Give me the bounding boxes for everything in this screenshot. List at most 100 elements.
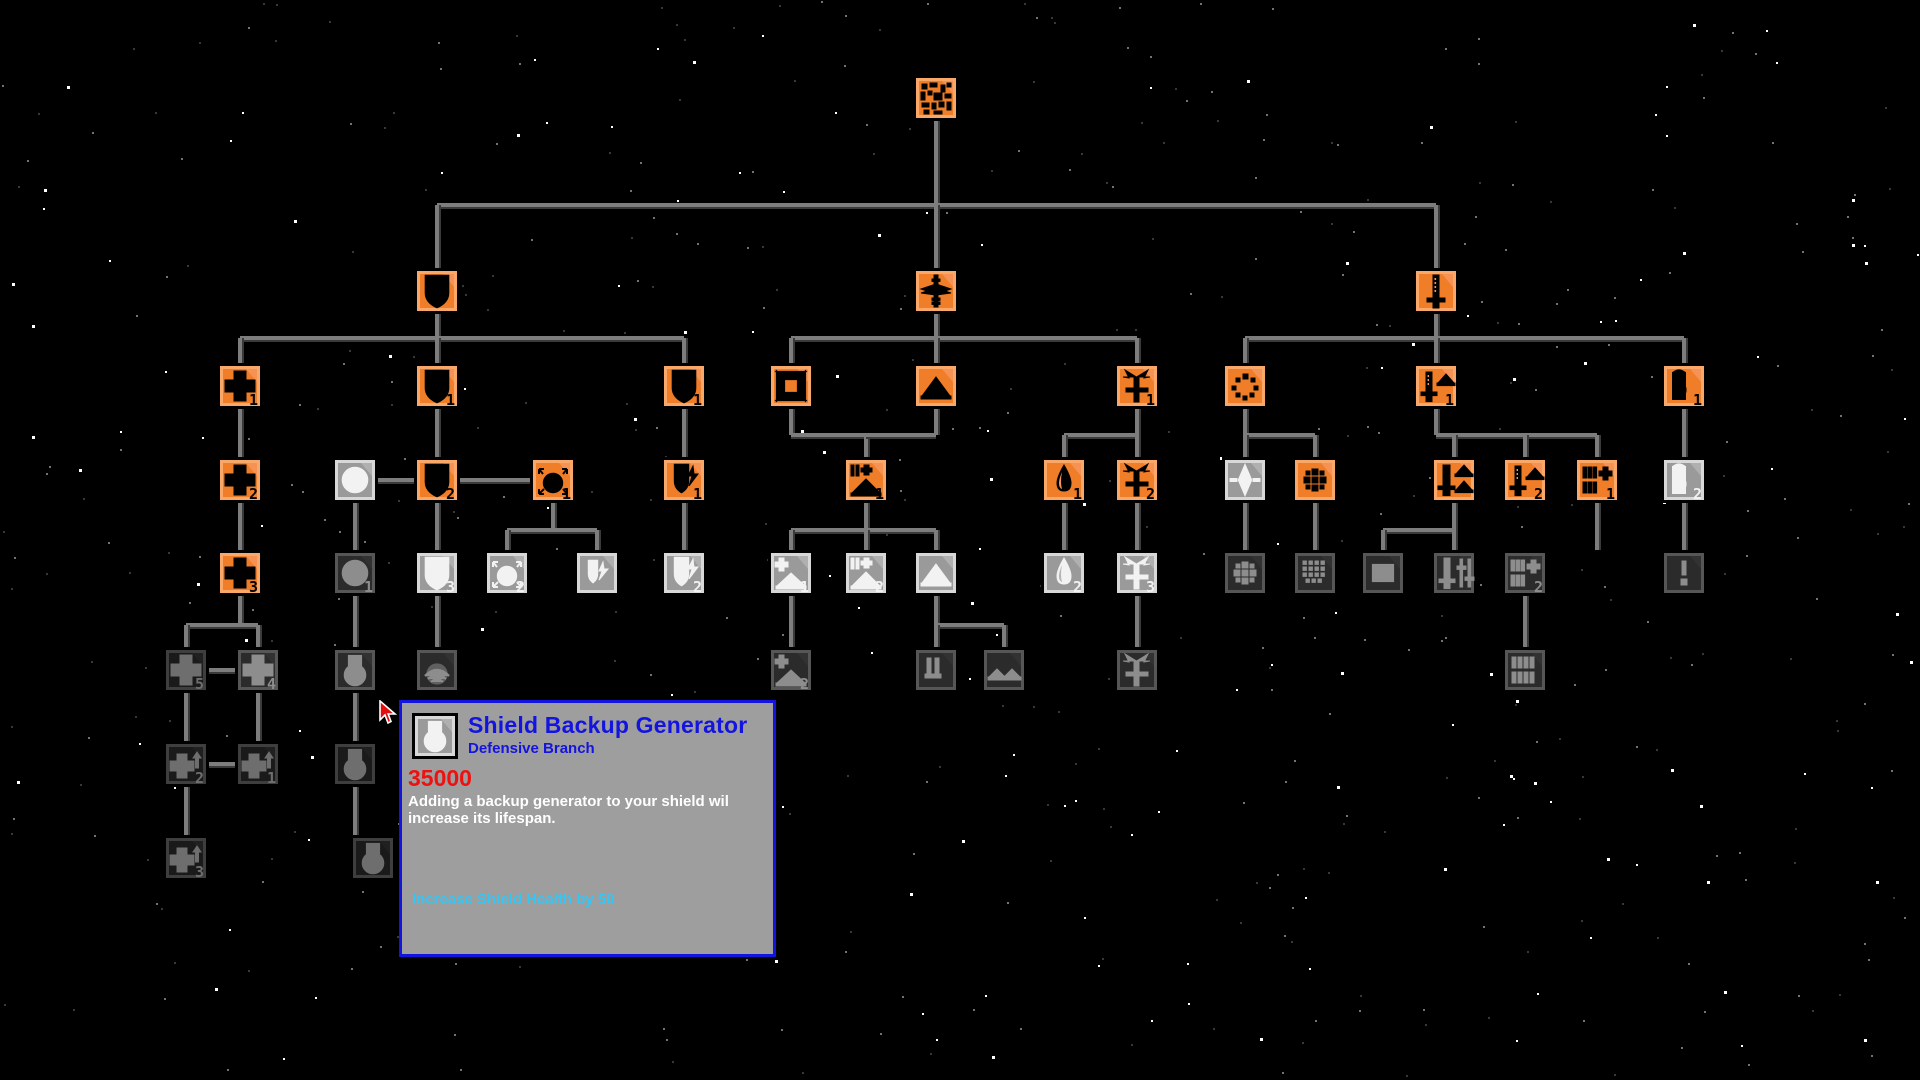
connector-line: [1523, 435, 1527, 457]
skill-node-sh1[interactable]: 1: [414, 363, 460, 409]
node-level-badge: 2: [874, 578, 884, 596]
skill-node-uti-h[interactable]: 2: [843, 550, 889, 596]
connector-line: [1062, 503, 1066, 550]
skill-node-off-b[interactable]: 1: [1413, 363, 1459, 409]
skill-node-hp5[interactable]: 5: [163, 647, 209, 693]
skill-node-ar3[interactable]: 2: [661, 550, 707, 596]
node-level-badge: 1: [692, 391, 702, 409]
connector-line: [353, 693, 357, 741]
connector-line: [1682, 338, 1686, 363]
barrel-icon: [1680, 556, 1701, 586]
skill-node-hp-reg1[interactable]: 1: [235, 741, 281, 787]
node-level-badge: 1: [363, 578, 373, 596]
shield-generator-icon: [343, 653, 372, 687]
skill-node-off-a[interactable]: [1222, 363, 1268, 409]
skill-node-sh-gen-a[interactable]: [332, 457, 378, 503]
sword-icon: [1426, 274, 1453, 309]
skill-node-sh-wave[interactable]: [414, 647, 460, 693]
node-level-badge: 1: [248, 391, 258, 409]
skill-node-off-o[interactable]: [1661, 550, 1707, 596]
skill-node-ar2[interactable]: 1: [661, 457, 707, 503]
skill-node-off-h[interactable]: 1: [1574, 457, 1620, 503]
connector-line: [934, 205, 938, 268]
skill-node-uti-head[interactable]: [913, 268, 959, 314]
connector-line: [866, 433, 936, 437]
skill-node-sh-emit[interactable]: [574, 550, 620, 596]
skill-node-def-head[interactable]: [414, 268, 460, 314]
skill-node-uti-m[interactable]: [913, 647, 959, 693]
skill-node-uti-j[interactable]: 2: [1041, 550, 1087, 596]
skill-node-uti-l[interactable]: 2: [768, 647, 814, 693]
skill-node-uti-n[interactable]: [981, 647, 1027, 693]
skill-node-uti-o[interactable]: [1114, 647, 1160, 693]
skill-node-hp2[interactable]: 2: [217, 457, 263, 503]
connector-line: [238, 596, 242, 625]
skill-node-off-f[interactable]: [1431, 457, 1477, 503]
connector-line: [1245, 336, 1684, 340]
skill-node-uti-f[interactable]: 2: [1114, 457, 1160, 503]
skill-node-uti-c[interactable]: 1: [1114, 363, 1160, 409]
connector-line: [682, 503, 686, 550]
skill-node-hp1[interactable]: 1: [217, 363, 263, 409]
skill-node-uti-g[interactable]: 1: [768, 550, 814, 596]
skill-node-off-j[interactable]: [1222, 550, 1268, 596]
skill-node-sh-gen-b[interactable]: 1: [332, 550, 378, 596]
skill-node-uti-a[interactable]: [768, 363, 814, 409]
node-level-badge: 1: [445, 391, 455, 409]
skill-node-off-i[interactable]: 2: [1661, 457, 1707, 503]
skill-node-off-e[interactable]: [1292, 457, 1338, 503]
node-level-badge: 2: [1072, 578, 1082, 596]
skill-node-uti-d[interactable]: 1: [843, 457, 889, 503]
node-level-badge: 1: [1692, 391, 1702, 409]
connector-line: [238, 409, 242, 457]
shot-spread-icon: [1231, 369, 1262, 401]
shield-wave-icon: [424, 653, 454, 685]
skill-node-sh-gen-c[interactable]: [332, 647, 378, 693]
skill-node-hp-reg2[interactable]: 2: [163, 741, 209, 787]
node-level-badge: 2: [515, 578, 525, 596]
skill-node-hp4[interactable]: 4: [235, 647, 281, 693]
connector-line: [934, 625, 938, 647]
skill-node-root[interactable]: [913, 75, 959, 121]
node-level-badge: 2: [445, 485, 455, 503]
skill-node-sh-gen-e[interactable]: [350, 835, 396, 881]
skill-node-hp3[interactable]: 3: [217, 550, 263, 596]
skill-tooltip: Shield Backup Generator Defensive Branch…: [399, 700, 776, 957]
skill-node-sh2[interactable]: 2: [414, 457, 460, 503]
skill-node-off-d[interactable]: [1222, 457, 1268, 503]
skill-node-ar1[interactable]: 1: [661, 363, 707, 409]
connector-line: [505, 530, 509, 550]
connector-line: [1062, 435, 1066, 457]
skill-node-off-head[interactable]: [1413, 268, 1459, 314]
connector-line: [1383, 528, 1454, 532]
skill-node-off-k[interactable]: [1292, 550, 1338, 596]
connector-line: [1381, 530, 1385, 550]
skill-node-off-g[interactable]: 2: [1502, 457, 1548, 503]
skill-node-hp-reg3[interactable]: 3: [163, 835, 209, 881]
connector-line: [1135, 503, 1139, 550]
skill-node-off-c[interactable]: 1: [1661, 363, 1707, 409]
skill-node-off-n[interactable]: 2: [1502, 550, 1548, 596]
skill-node-sh-gen-d[interactable]: [332, 741, 378, 787]
connector-line: [934, 338, 938, 363]
connector-line: [864, 530, 868, 550]
connector-line: [184, 693, 188, 741]
connector-line: [934, 596, 938, 625]
skill-node-sh3[interactable]: 3: [414, 550, 460, 596]
skill-node-uti-b[interactable]: [913, 363, 959, 409]
connector-line: [1436, 433, 1597, 437]
skill-node-uti-e[interactable]: 1: [1041, 457, 1087, 503]
node-level-badge: 2: [248, 485, 258, 503]
skill-node-off-p[interactable]: [1502, 647, 1548, 693]
skill-node-off-l[interactable]: [1360, 550, 1406, 596]
skill-node-uti-k[interactable]: 3: [1114, 550, 1160, 596]
skill-node-sh-rec[interactable]: 1: [530, 457, 576, 503]
tooltip-effect: Increase Shield Health by 50: [412, 891, 615, 908]
node-level-badge: 4: [266, 675, 276, 693]
skill-node-uti-i[interactable]: [913, 550, 959, 596]
skill-node-sh-rec2[interactable]: 2: [484, 550, 530, 596]
connector-line: [1313, 503, 1317, 550]
skill-node-off-m[interactable]: [1431, 550, 1477, 596]
connector-line: [1434, 205, 1438, 268]
sword-tune-icon: [1438, 556, 1475, 590]
